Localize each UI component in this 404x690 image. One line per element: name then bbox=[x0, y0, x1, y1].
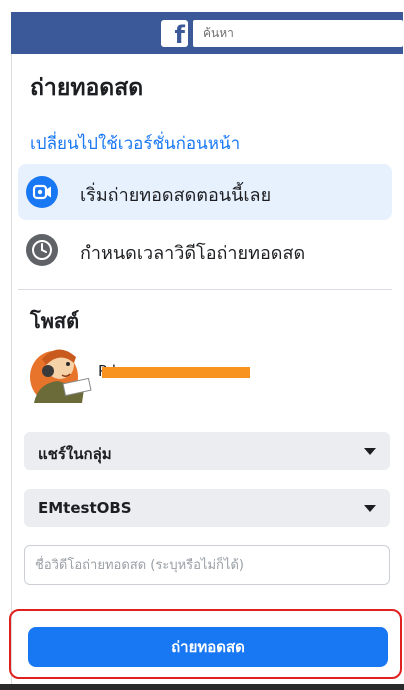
avatar[interactable] bbox=[28, 337, 98, 407]
redaction-bar bbox=[102, 367, 250, 378]
section-divider bbox=[18, 289, 392, 290]
option-schedule-live-label: กำหนดเวลาวิดีโอถ่ายทอดสด bbox=[80, 243, 306, 264]
page-title: ถ่ายทอดสด bbox=[30, 75, 144, 101]
live-camera-icon bbox=[26, 176, 58, 208]
option-go-live-now[interactable]: เริ่มถ่ายทอดสดตอนนี้เลย bbox=[18, 164, 392, 220]
search-input[interactable]: ค้นหา bbox=[193, 20, 403, 47]
share-destination-value: แชร์ในกลุ่ม bbox=[38, 445, 112, 463]
facebook-logo-icon[interactable]: f bbox=[161, 20, 188, 49]
chevron-down-icon bbox=[364, 448, 376, 455]
go-live-button[interactable]: ถ่ายทอดสด bbox=[28, 627, 388, 667]
share-destination-select[interactable]: แชร์ในกลุ่ม bbox=[24, 432, 390, 470]
clock-icon bbox=[26, 234, 58, 266]
group-select[interactable]: EMtestOBS bbox=[24, 489, 390, 527]
group-value: EMtestOBS bbox=[38, 499, 132, 517]
option-go-live-now-label: เริ่มถ่ายทอดสดตอนนี้เลย bbox=[80, 185, 272, 206]
post-author-name: P k bbox=[98, 360, 268, 384]
chevron-down-icon bbox=[364, 505, 376, 512]
video-title-input[interactable] bbox=[24, 545, 390, 585]
option-schedule-live[interactable]: กำหนดเวลาวิดีโอถ่ายทอดสด bbox=[18, 222, 392, 278]
post-section-heading: โพสต์ bbox=[30, 309, 80, 333]
switch-version-link[interactable]: เปลี่ยนไปใช้เวอร์ชั่นก่อนหน้า bbox=[30, 130, 240, 157]
top-navigation-bar: f ค้นหา bbox=[11, 12, 403, 54]
bottom-edge bbox=[0, 684, 404, 690]
